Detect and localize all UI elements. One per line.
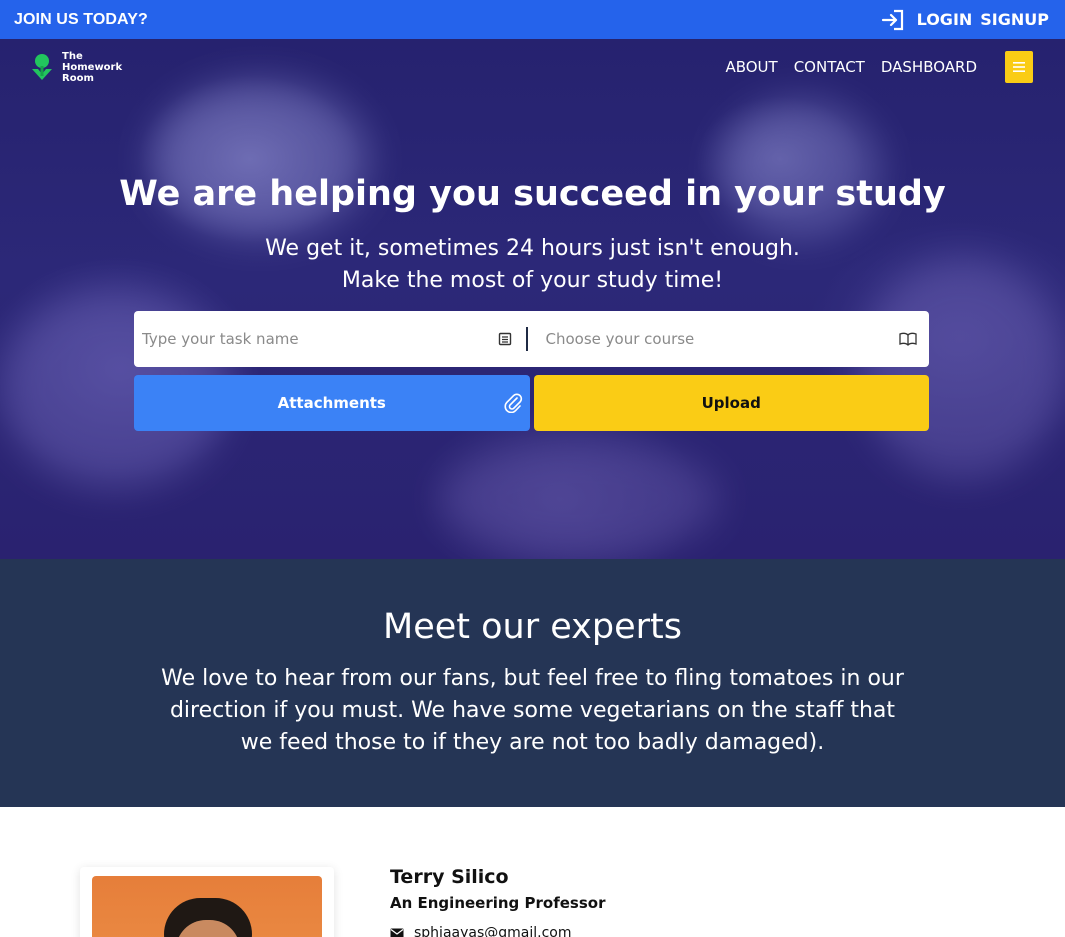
menu-button[interactable]	[1005, 51, 1033, 83]
hero-subtitle-line: We get it, sometimes 24 hours just isn't…	[265, 236, 800, 261]
hero-background-shape	[150, 79, 370, 239]
brand-name-line: Room	[62, 72, 94, 84]
join-us-text: JOIN US TODAY?	[14, 10, 148, 28]
signup-link[interactable]: SIGNUP	[980, 10, 1049, 29]
nav-contact[interactable]: CONTACT	[794, 58, 865, 76]
hero-background-shape	[440, 439, 720, 559]
nav-about[interactable]: ABOUT	[725, 58, 777, 76]
task-field	[134, 311, 526, 367]
experts-section: Meet our experts We love to hear from ou…	[0, 559, 1065, 807]
hero-section: The Homework Room ABOUT CONTACT DASHBOAR…	[0, 39, 1065, 559]
expert-email-row: sphiaayas@gmail.com	[390, 925, 572, 937]
brand-name-line: Homework	[62, 61, 123, 73]
attachments-label: Attachments	[277, 394, 386, 412]
expert-card-section: Terry Silico An Engineering Professor sp…	[0, 807, 1065, 937]
upload-button[interactable]: Upload	[533, 375, 929, 431]
course-field	[528, 311, 930, 367]
hero-subtitle: We get it, sometimes 24 hours just isn't…	[0, 233, 1065, 297]
experts-description: We love to hear from our fans, but feel …	[161, 666, 904, 755]
course-input[interactable]	[545, 330, 897, 348]
experts-title: Meet our experts	[383, 607, 682, 647]
expert-email[interactable]: sphiaayas@gmail.com	[414, 925, 572, 937]
envelope-icon	[390, 928, 404, 937]
action-buttons: Attachments Upload	[134, 375, 929, 431]
login-link[interactable]: LOGIN	[917, 10, 973, 29]
hero-title: We are helping you succeed in your study	[119, 174, 946, 214]
clipboard-icon	[494, 328, 516, 350]
brand-name-line: The	[62, 50, 83, 62]
auth-links: LOGIN SIGNUP	[879, 7, 1049, 33]
brand-name: The Homework Room	[62, 51, 122, 84]
expert-photo	[92, 876, 322, 937]
attachments-button[interactable]: Attachments	[134, 375, 530, 431]
main-nav: The Homework Room ABOUT CONTACT DASHBOAR…	[0, 39, 1065, 95]
login-icon[interactable]	[879, 7, 907, 33]
nav-dashboard[interactable]: DASHBOARD	[881, 58, 977, 76]
hamburger-icon	[1013, 62, 1025, 72]
top-bar: JOIN US TODAY? LOGIN SIGNUP	[0, 0, 1065, 39]
book-icon	[897, 328, 919, 350]
task-name-input[interactable]	[142, 330, 494, 348]
expert-photo-card	[80, 867, 334, 937]
expert-role: An Engineering Professor	[390, 894, 606, 912]
expert-name: Terry Silico	[390, 866, 509, 888]
task-form	[134, 311, 929, 367]
graduation-tree-icon	[32, 54, 52, 80]
brand-logo[interactable]: The Homework Room	[30, 51, 122, 84]
paperclip-icon	[502, 391, 524, 414]
nav-links: ABOUT CONTACT DASHBOARD	[725, 51, 1033, 83]
hero-subtitle-line: Make the most of your study time!	[341, 268, 724, 293]
hero-background-shape	[720, 99, 880, 239]
